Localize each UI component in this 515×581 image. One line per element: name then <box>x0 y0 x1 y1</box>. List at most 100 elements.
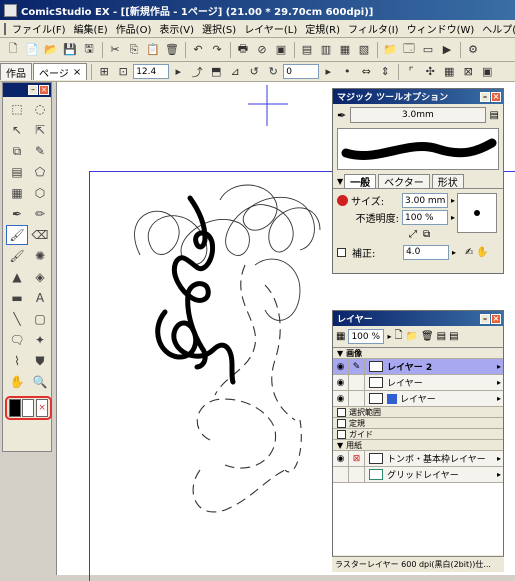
magic-pen-icon[interactable]: 🖌 <box>6 225 28 245</box>
group-row[interactable]: ガイド <box>333 429 503 440</box>
layer-opacity-input[interactable]: 100 % <box>348 329 385 344</box>
pen-icon[interactable]: ✎ <box>349 359 365 374</box>
pencil-icon[interactable]: ✏ <box>29 204 51 224</box>
no-print-icon[interactable]: ⊠ <box>349 451 365 466</box>
magic-tool-options-panel: マジック ツールオプション – × ✒ 3.0mm ▤ ▼ 一般 ベクター 形状… <box>332 88 504 274</box>
size-label: サイズ: <box>351 197 385 208</box>
white-color-swatch[interactable] <box>22 399 35 417</box>
layer-row[interactable]: ◉ ✎ レイヤー 2 ▸ <box>333 359 503 375</box>
layer-expand-icon[interactable]: ▸ <box>497 454 503 463</box>
stamp-icon[interactable]: ⛊ <box>29 351 51 371</box>
minimize-icon[interactable]: – <box>480 91 490 102</box>
layer-grid-icon[interactable]: ▦ <box>336 331 345 342</box>
tab-general[interactable]: 一般 <box>344 174 377 189</box>
text-icon[interactable]: A <box>29 288 51 308</box>
group-row[interactable]: 選択範囲 <box>333 407 503 418</box>
group-paper-row[interactable]: ▼ 用紙 <box>333 440 503 451</box>
layer-expand-icon[interactable]: ▸ <box>497 470 503 479</box>
eye-icon[interactable]: ◉ <box>333 451 349 466</box>
layer-row[interactable]: ◉ ⊠ トンボ・基本枠レイヤー ▸ <box>333 451 503 467</box>
layer-row[interactable]: ◉ レイヤー ▸ <box>333 375 503 391</box>
lock-slot[interactable] <box>349 391 365 406</box>
pen-option-icon[interactable]: ✍ <box>465 247 473 258</box>
chevron-right-icon[interactable]: ▸ <box>451 196 455 205</box>
correction-input[interactable]: 4.0 <box>403 244 449 260</box>
dashed-stroke <box>196 398 277 469</box>
group-checkbox[interactable] <box>337 418 346 428</box>
lock-slot[interactable] <box>349 467 365 482</box>
pen-option2-icon[interactable]: ✋ <box>476 247 488 258</box>
rect-select-icon[interactable]: ⬚ <box>6 99 28 119</box>
eraser-icon[interactable]: ⌫ <box>29 225 51 245</box>
eye-icon[interactable]: ◉ <box>333 359 349 374</box>
sketch-stroke <box>254 258 301 321</box>
collapse-icon[interactable]: ▼ <box>337 441 343 450</box>
zoom-icon[interactable]: 🔍 <box>29 372 51 392</box>
pen-icon[interactable]: ✒ <box>6 204 28 224</box>
layer-row[interactable]: グリッドレイヤー ▸ <box>333 467 503 483</box>
new-layer-icon[interactable]: 🗋 <box>394 328 402 345</box>
delete-layer-icon[interactable]: 🗑 <box>421 331 434 342</box>
size-input[interactable]: 3.00 mm <box>402 193 448 208</box>
layer-row[interactable]: ◉ レイヤー ▸ <box>333 391 503 407</box>
minimize-icon[interactable]: – <box>480 313 490 324</box>
brush-icon[interactable]: 🖌 <box>6 246 28 266</box>
eye-slot[interactable] <box>333 467 349 482</box>
layer-menu-icon[interactable]: ▤ <box>449 331 458 342</box>
object-select-icon[interactable]: ↖ <box>6 120 28 140</box>
lasso-icon[interactable]: ◌ <box>29 99 51 119</box>
group-checkbox[interactable] <box>337 429 346 439</box>
opacity-label: 不透明度: <box>355 214 399 225</box>
eye-icon[interactable]: ◉ <box>333 375 349 390</box>
collapse-icon[interactable]: ▼ <box>337 349 343 358</box>
collapse-icon[interactable]: ▼ <box>337 177 343 186</box>
balloon-icon[interactable]: 🗨 <box>6 330 28 350</box>
layer-expand-icon[interactable]: ▸ <box>497 362 503 371</box>
eye-icon[interactable]: ◉ <box>333 391 349 406</box>
brush-tip-dot <box>474 210 480 216</box>
transparent-color-swatch[interactable]: × <box>36 399 49 417</box>
close-icon[interactable]: × <box>39 85 49 95</box>
blur-icon[interactable]: ⌇ <box>6 351 28 371</box>
hand-icon[interactable]: ✋ <box>6 372 28 392</box>
close-icon[interactable]: × <box>491 313 501 324</box>
fill-icon[interactable]: ▲ <box>6 267 28 287</box>
black-color-swatch[interactable] <box>8 399 21 417</box>
gradient-icon[interactable]: ▬ <box>6 288 28 308</box>
line-icon[interactable]: ╲ <box>6 309 28 329</box>
layer-expand-icon[interactable]: ▸ <box>497 378 503 387</box>
group-image-row[interactable]: ▼ 画像 <box>333 348 503 359</box>
menu-icon[interactable]: ▤ <box>490 110 499 121</box>
group-row[interactable]: 定規 <box>333 418 503 429</box>
chevron-right-icon[interactable]: ▸ <box>387 332 391 341</box>
move-icon[interactable]: ⇱ <box>29 120 51 140</box>
3d-icon[interactable]: ⬡ <box>29 183 51 203</box>
group-checkbox[interactable] <box>337 407 346 417</box>
pressure-icon[interactable]: ⤢ <box>409 229 417 240</box>
layer-expand-icon[interactable]: ▸ <box>497 394 503 403</box>
eyedropper-icon[interactable]: ✎ <box>29 141 51 161</box>
layer-folder-icon[interactable]: 📁 <box>406 331 418 342</box>
tab-shape[interactable]: 形状 <box>431 174 464 189</box>
layer-move-icon[interactable]: ⧉ <box>6 141 28 161</box>
close-icon[interactable]: × <box>491 91 501 102</box>
minimize-icon[interactable]: – <box>28 85 38 95</box>
airbrush-icon[interactable]: ✺ <box>29 246 51 266</box>
effect-icon[interactable]: ✦ <box>29 330 51 350</box>
pressure-curve-icon[interactable]: ⧉ <box>423 229 430 240</box>
lock-slot[interactable] <box>349 375 365 390</box>
chevron-right-icon[interactable]: ▸ <box>451 213 455 222</box>
perspective-icon[interactable]: ⬠ <box>29 162 51 182</box>
correction-checkbox[interactable] <box>337 247 346 257</box>
opacity-input[interactable]: 100 % <box>402 210 448 225</box>
frame-icon[interactable]: ▦ <box>6 183 28 203</box>
layer-properties-icon[interactable]: ▤ <box>437 331 446 342</box>
pattern-icon[interactable]: ◈ <box>29 267 51 287</box>
chevron-right-icon[interactable]: ▸ <box>452 248 456 257</box>
shape-icon[interactable]: ▢ <box>29 309 51 329</box>
magic-panel-title: マジック ツールオプション <box>337 93 449 103</box>
ruler-icon[interactable]: ▤ <box>6 162 28 182</box>
tab-vector[interactable]: ベクター <box>378 174 430 189</box>
sketch-stroke <box>219 184 315 251</box>
layer-name: グリッドレイヤー <box>387 471 459 481</box>
